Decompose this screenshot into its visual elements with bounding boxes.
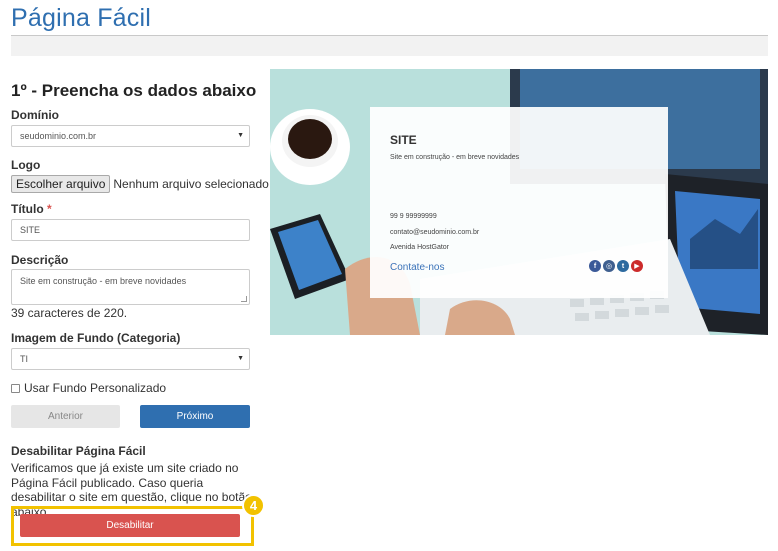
background-select-value: TI xyxy=(20,354,28,364)
step-title: 1º - Preencha os dados abaixo xyxy=(11,81,257,100)
domain-select-value: seudominio.com.br xyxy=(20,131,97,141)
logo-label: Logo xyxy=(11,158,41,172)
custom-bg-checkbox-row[interactable]: Usar Fundo Personalizado xyxy=(11,381,166,395)
toolbar-strip xyxy=(11,36,768,56)
previous-button[interactable]: Anterior xyxy=(11,405,120,428)
background-select[interactable]: TI ▼ xyxy=(11,348,250,370)
preview-contact-link[interactable]: Contate-nos xyxy=(390,262,444,273)
preview-card: SITE Site em construção - em breve novid… xyxy=(370,107,668,298)
file-status: Nenhum arquivo selecionado xyxy=(113,177,269,191)
site-preview: SITE Site em construção - em breve novid… xyxy=(270,69,768,335)
domain-select[interactable]: seudominio.com.br ▼ xyxy=(11,125,250,147)
facebook-icon[interactable]: f xyxy=(589,260,601,272)
page-title: Página Fácil xyxy=(11,4,151,32)
title-input-value: SITE xyxy=(20,225,41,235)
step-badge: 4 xyxy=(242,494,265,517)
description-textarea[interactable]: Site em construção - em breve novidades xyxy=(11,269,250,305)
resize-handle-icon[interactable] xyxy=(241,296,247,302)
custom-bg-label: Usar Fundo Personalizado xyxy=(24,381,167,395)
custom-bg-checkbox[interactable] xyxy=(11,383,20,393)
disable-button[interactable]: Desabilitar xyxy=(20,514,240,537)
preview-phone: 99 9 99999999 xyxy=(390,213,437,220)
logo-file-input: Escolher arquivo Nenhum arquivo selecion… xyxy=(11,175,269,193)
preview-description: Site em construção - em breve novidades xyxy=(390,154,520,161)
preview-email: contato@seudominio.com.br xyxy=(390,229,480,236)
preview-address: Avenida HostGator xyxy=(390,244,450,251)
description-label: Descrição xyxy=(11,253,69,267)
preview-site-title: SITE xyxy=(390,133,417,147)
background-label: Imagem de Fundo (Categoria) xyxy=(11,331,181,345)
title-input[interactable]: SITE xyxy=(11,219,250,241)
disable-section-title: Desabilitar Página Fácil xyxy=(11,444,146,458)
next-button[interactable]: Próximo xyxy=(140,405,250,428)
caret-down-icon: ▼ xyxy=(237,355,244,362)
title-label: Título * xyxy=(11,202,52,216)
social-icons: f ◎ t ▶ xyxy=(589,260,643,272)
instagram-icon[interactable]: ◎ xyxy=(603,260,615,272)
choose-file-button[interactable]: Escolher arquivo xyxy=(11,175,111,193)
caret-down-icon: ▼ xyxy=(237,132,244,139)
required-marker: * xyxy=(47,202,52,216)
twitter-icon[interactable]: t xyxy=(617,260,629,272)
description-value: Site em construção - em breve novidades xyxy=(20,276,187,286)
youtube-icon[interactable]: ▶ xyxy=(631,260,643,272)
char-counter: 39 caracteres de 220. xyxy=(11,306,128,320)
domain-label: Domínio xyxy=(11,108,59,122)
